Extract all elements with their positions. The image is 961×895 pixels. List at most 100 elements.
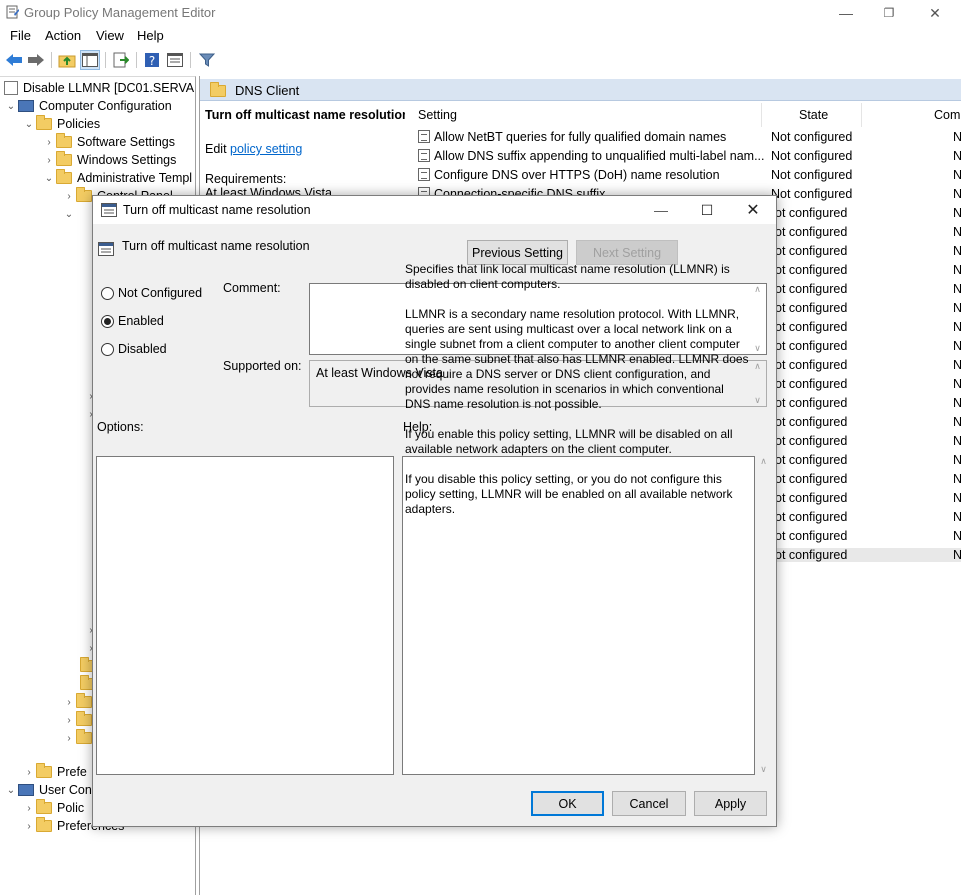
tree-preferences-computer[interactable]: › Prefe: [22, 763, 87, 781]
ok-button[interactable]: OK: [531, 791, 604, 816]
export-list-icon[interactable]: [111, 50, 131, 70]
setting-comment-fragment: N: [953, 453, 961, 467]
setting-comment-fragment: N: [953, 472, 961, 486]
tree-windows-settings[interactable]: › Windows Settings: [42, 151, 176, 169]
chevron-down-icon[interactable]: ⌄: [42, 173, 56, 184]
chevron-down-icon[interactable]: ⌄: [62, 209, 76, 220]
setting-state-fragment[interactable]: ot configured: [775, 548, 961, 562]
setting-state-fragment[interactable]: ot configured: [775, 434, 847, 448]
dialog-maximize-button[interactable]: ☐: [684, 197, 730, 223]
dialog-minimize-button[interactable]: —: [638, 197, 684, 223]
cancel-button[interactable]: Cancel: [612, 791, 686, 816]
setting-state-fragment[interactable]: ot configured: [775, 491, 847, 505]
setting-comment: N: [953, 130, 961, 144]
chevron-right-icon[interactable]: ›: [42, 155, 56, 166]
edit-policy-setting-link[interactable]: policy setting: [230, 142, 302, 156]
properties-icon[interactable]: [165, 50, 185, 70]
setting-state-fragment[interactable]: ot configured: [775, 358, 847, 372]
setting-comment-fragment: N: [953, 263, 961, 277]
tree-computer-configuration[interactable]: ⌄ Computer Configuration: [4, 97, 172, 115]
chevron-right-icon[interactable]: ›: [62, 191, 76, 202]
setting-comment: N: [953, 187, 961, 201]
setting-state-fragment[interactable]: ot configured: [775, 320, 847, 334]
setting-name[interactable]: Allow NetBT queries for fully qualified …: [434, 130, 726, 144]
setting-state-fragment[interactable]: ot configured: [775, 225, 847, 239]
chevron-right-icon[interactable]: ›: [62, 697, 76, 708]
setting-state-fragment[interactable]: ot configured: [775, 263, 847, 277]
folder-icon: [56, 133, 72, 148]
setting-comment-fragment: N: [953, 548, 961, 562]
chevron-right-icon[interactable]: ›: [22, 803, 36, 814]
setting-name[interactable]: Allow DNS suffix appending to unqualifie…: [434, 149, 765, 163]
setting-state-fragment[interactable]: ot configured: [775, 301, 847, 315]
setting-state-fragment[interactable]: ot configured: [775, 453, 847, 467]
back-arrow-icon[interactable]: [4, 50, 24, 70]
filter-icon[interactable]: [197, 50, 217, 70]
setting-comment-fragment: N: [953, 225, 961, 239]
chevron-right-icon[interactable]: ›: [62, 733, 76, 744]
setting-state-fragment[interactable]: ot configured: [775, 472, 847, 486]
menu-view[interactable]: View: [96, 28, 124, 43]
user-icon: [18, 784, 34, 796]
help-scrollbar[interactable]: ∧ ∨: [755, 456, 772, 775]
menu-help[interactable]: Help: [137, 28, 164, 43]
restore-button[interactable]: ❐: [866, 0, 912, 26]
tree-network-node[interactable]: ⌄: [62, 205, 76, 223]
chevron-right-icon[interactable]: ›: [22, 767, 36, 778]
folder-icon: [36, 817, 52, 832]
help-text: Specifies that link local multicast name…: [405, 262, 750, 532]
setting-state-fragment[interactable]: ot configured: [775, 244, 847, 258]
setting-state-fragment[interactable]: ot configured: [775, 415, 847, 429]
forward-arrow-icon[interactable]: [26, 50, 46, 70]
chevron-down-icon[interactable]: ⌄: [4, 101, 18, 112]
chevron-down-icon[interactable]: ⌄: [22, 119, 36, 130]
menu-file[interactable]: File: [10, 28, 31, 43]
folder-icon: [36, 763, 52, 778]
setting-state-fragment[interactable]: ot configured: [775, 396, 847, 410]
menu-bar: File Action View Help: [0, 26, 961, 46]
tree-software-settings[interactable]: › Software Settings: [42, 133, 175, 151]
chevron-right-icon[interactable]: ›: [62, 715, 76, 726]
enabled-radio[interactable]: [101, 315, 114, 328]
tree-user-policies[interactable]: › Polic: [22, 799, 84, 817]
not-configured-label[interactable]: Not Configured: [118, 286, 202, 300]
setting-name[interactable]: Connection-specific DNS suffix: [434, 187, 605, 195]
dialog-title-bar: Turn off multicast name resolution — ☐ ✕: [93, 196, 776, 224]
tree-policies[interactable]: ⌄ Policies: [22, 115, 100, 133]
column-comment[interactable]: Com: [934, 108, 960, 122]
supported-scrollbar[interactable]: ∧ ∨: [749, 361, 766, 406]
column-setting[interactable]: Setting: [418, 108, 457, 122]
policy-setting-icon: [418, 149, 430, 162]
help-icon[interactable]: ?: [142, 50, 162, 70]
comment-scrollbar[interactable]: ∧ ∨: [749, 284, 766, 354]
disabled-label[interactable]: Disabled: [118, 342, 167, 356]
chevron-right-icon[interactable]: ›: [22, 821, 36, 832]
not-configured-radio[interactable]: [101, 287, 114, 300]
supported-on-label: Supported on:: [223, 359, 302, 373]
setting-name[interactable]: Configure DNS over HTTPS (DoH) name reso…: [434, 168, 720, 182]
setting-state-fragment[interactable]: ot configured: [775, 529, 847, 543]
help-paragraph: Specifies that link local multicast name…: [405, 262, 730, 291]
enabled-label[interactable]: Enabled: [118, 314, 164, 328]
disabled-radio[interactable]: [101, 343, 114, 356]
setting-state-fragment[interactable]: ot configured: [775, 510, 847, 524]
chevron-right-icon[interactable]: ›: [42, 137, 56, 148]
column-state[interactable]: State: [799, 108, 828, 122]
folder-icon: [210, 82, 226, 97]
close-button[interactable]: ✕: [912, 0, 958, 26]
dialog-close-button[interactable]: ✕: [730, 197, 776, 223]
show-hide-tree-icon[interactable]: [80, 50, 100, 70]
setting-state-fragment[interactable]: ot configured: [775, 282, 847, 296]
menu-action[interactable]: Action: [45, 28, 81, 43]
tree-root[interactable]: Disable LLMNR [DC01.SERVAL.IN: [4, 79, 195, 97]
apply-button[interactable]: Apply: [694, 791, 767, 816]
tree-user-configuration[interactable]: ⌄ User Con: [4, 781, 92, 799]
setting-state-fragment[interactable]: ot configured: [775, 206, 847, 220]
chevron-down-icon[interactable]: ⌄: [4, 785, 18, 796]
setting-state-fragment[interactable]: ot configured: [775, 339, 847, 353]
setting-state-fragment[interactable]: ot configured: [775, 377, 847, 391]
minimize-button[interactable]: —: [823, 0, 869, 26]
up-folder-icon[interactable]: [57, 50, 77, 70]
tree-administrative-templates[interactable]: ⌄ Administrative Templ: [42, 169, 192, 187]
setting-comment: N: [953, 149, 961, 163]
